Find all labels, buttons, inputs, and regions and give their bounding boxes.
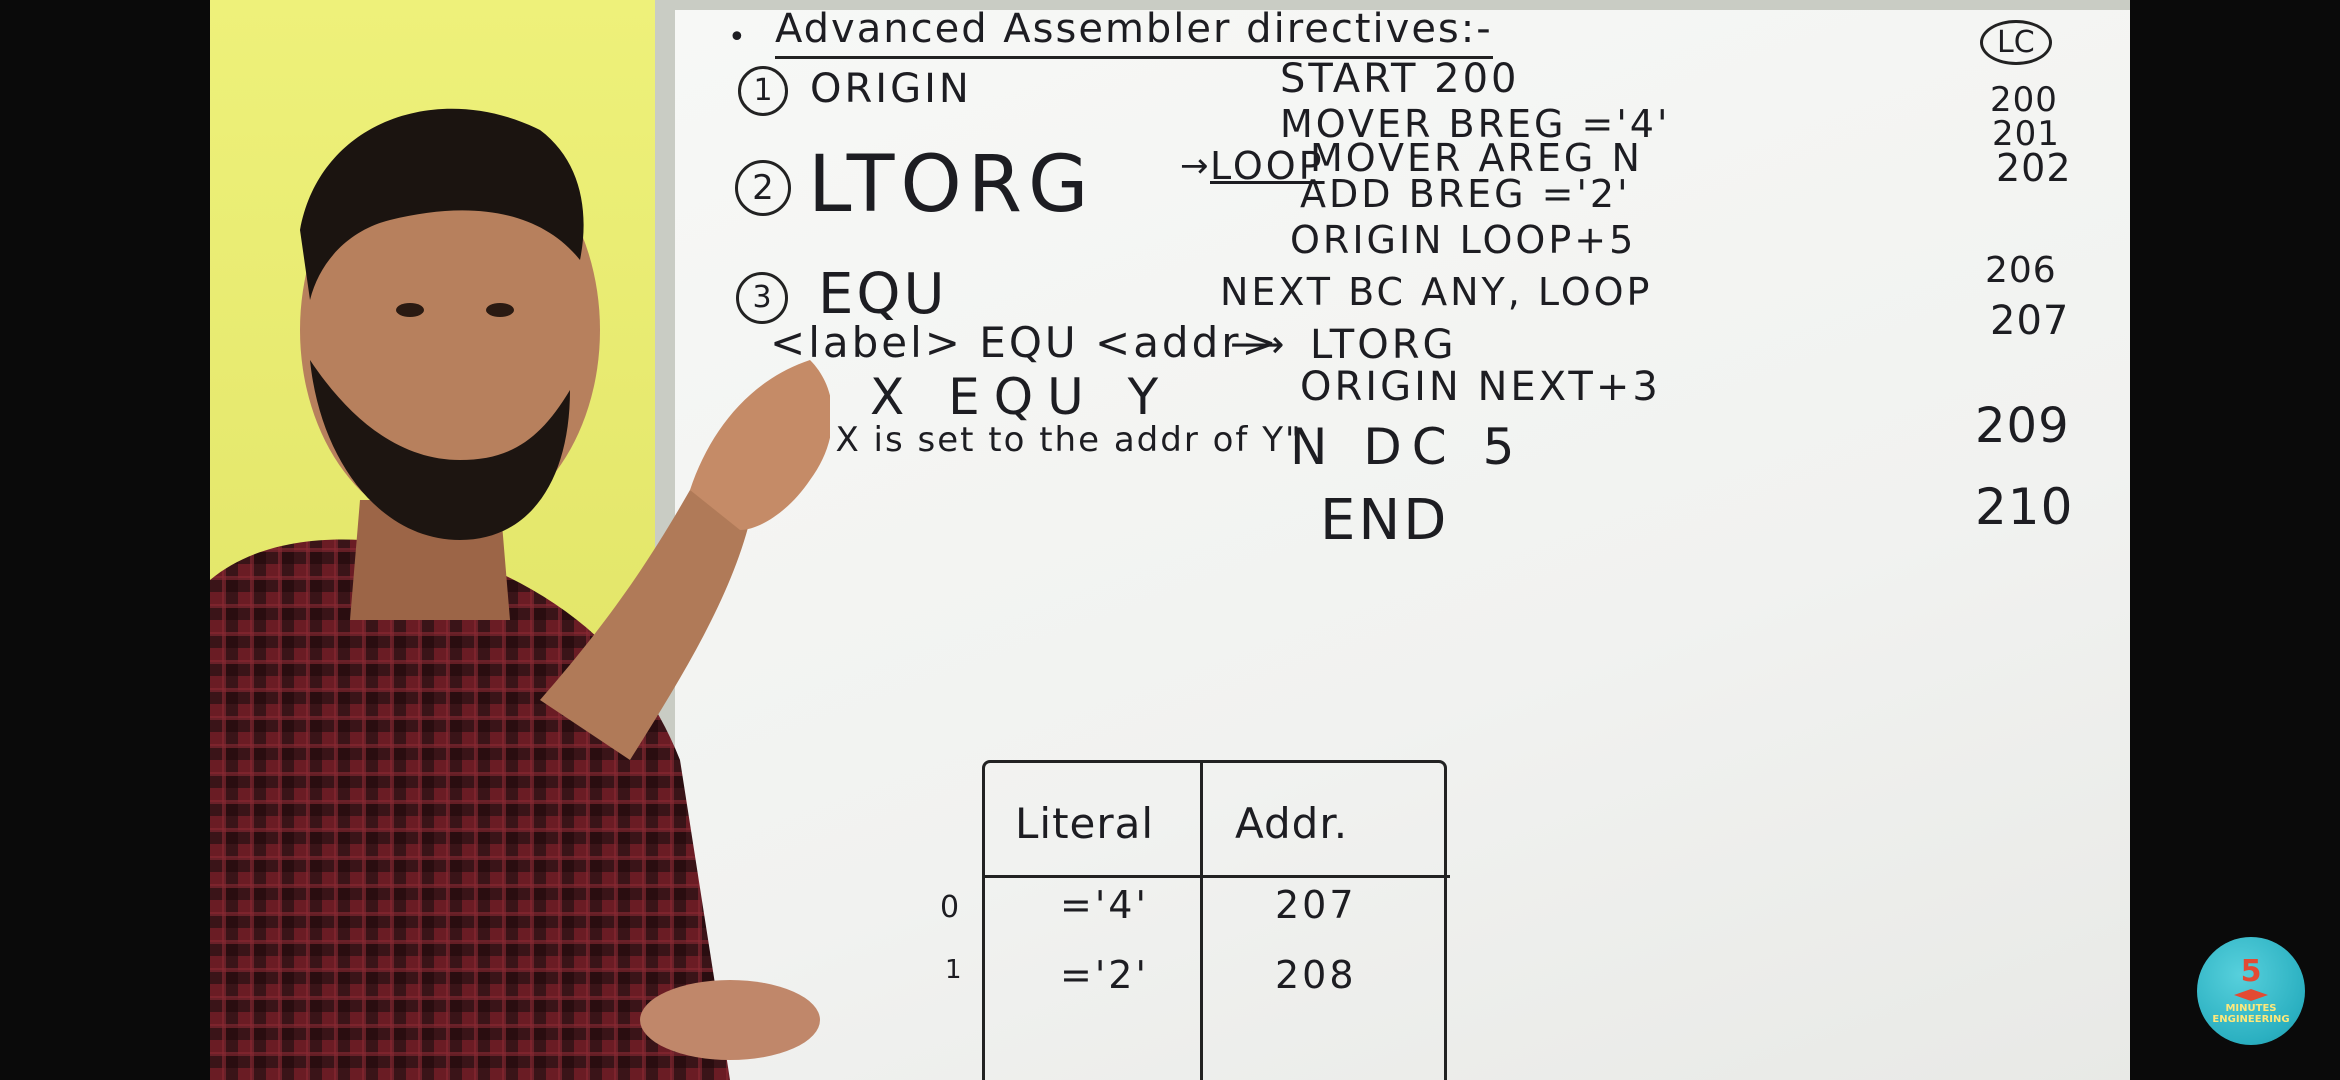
literal-header: Literal (1015, 799, 1155, 848)
directive-2-name: LTORG (808, 140, 1095, 230)
logo-text-line1: MINUTES (2225, 1003, 2277, 1014)
logo-text-line2: ENGINEERING (2212, 1014, 2290, 1025)
equ-syntax: <label> EQU <addr> (770, 318, 1280, 367)
directive-1-name: ORIGIN (810, 66, 972, 112)
video-frame: Advanced Assembler directives:- • LC 1 O… (0, 0, 2340, 1080)
board-title: Advanced Assembler directives:- (775, 6, 1493, 59)
literal-table: Literal Addr. ='4' 207 ='2' 208 (982, 760, 1450, 1080)
graduation-cap-icon (2234, 989, 2268, 1001)
program-line-origin-next: ORIGIN NEXT+3 (1300, 364, 1661, 410)
program-line-start: START 200 (1280, 56, 1520, 102)
lc-value-202: 202 (1996, 146, 2072, 190)
video-content: Advanced Assembler directives:- • LC 1 O… (210, 0, 2130, 1080)
literal-table-divider-h (985, 875, 1450, 878)
lc-label: LC (1980, 20, 2052, 65)
program-line-end: END (1320, 488, 1450, 553)
lc-value-209: 209 (1975, 398, 2070, 454)
lc-value-210: 210 (1975, 478, 2074, 536)
presenter-hand (690, 360, 830, 530)
literal-row-1-addr: 208 (1275, 953, 1357, 997)
presenter-lower-hand (640, 980, 820, 1060)
literal-row-0-index: 0 (940, 890, 963, 925)
presenter (210, 108, 830, 1080)
lc-value-207: 207 (1990, 298, 2070, 344)
bullet-dot: • (728, 20, 749, 55)
equ-example: X EQU Y (870, 368, 1173, 426)
channel-logo: 5 MINUTES ENGINEERING (2197, 937, 2305, 1045)
literal-table-divider-v (1200, 763, 1203, 1080)
addr-header: Addr. (1235, 799, 1349, 848)
program-line-add: ADD BREG ='2' (1300, 172, 1631, 216)
equ-note: " X is set to the addr of Y" (805, 420, 1303, 460)
literal-row-1-value: ='2' (1060, 953, 1149, 997)
program-line-next: NEXT BC ANY, LOOP (1220, 270, 1653, 314)
literal-row-1-index: 1 (945, 955, 965, 985)
program-line-ltorg: LTORG (1310, 322, 1457, 368)
logo-number: 5 (2240, 954, 2262, 989)
loop-arrow: → (1180, 146, 1212, 186)
literal-row-0-addr: 207 (1275, 883, 1357, 927)
program-line-ndc: N DC 5 (1290, 418, 1525, 476)
program-line-origin-loop: ORIGIN LOOP+5 (1290, 218, 1637, 262)
lc-value-206: 206 (1985, 250, 2057, 291)
literal-row-0-value: ='4' (1060, 883, 1149, 927)
ltorg-arrow: ⟶ (1230, 322, 1288, 366)
